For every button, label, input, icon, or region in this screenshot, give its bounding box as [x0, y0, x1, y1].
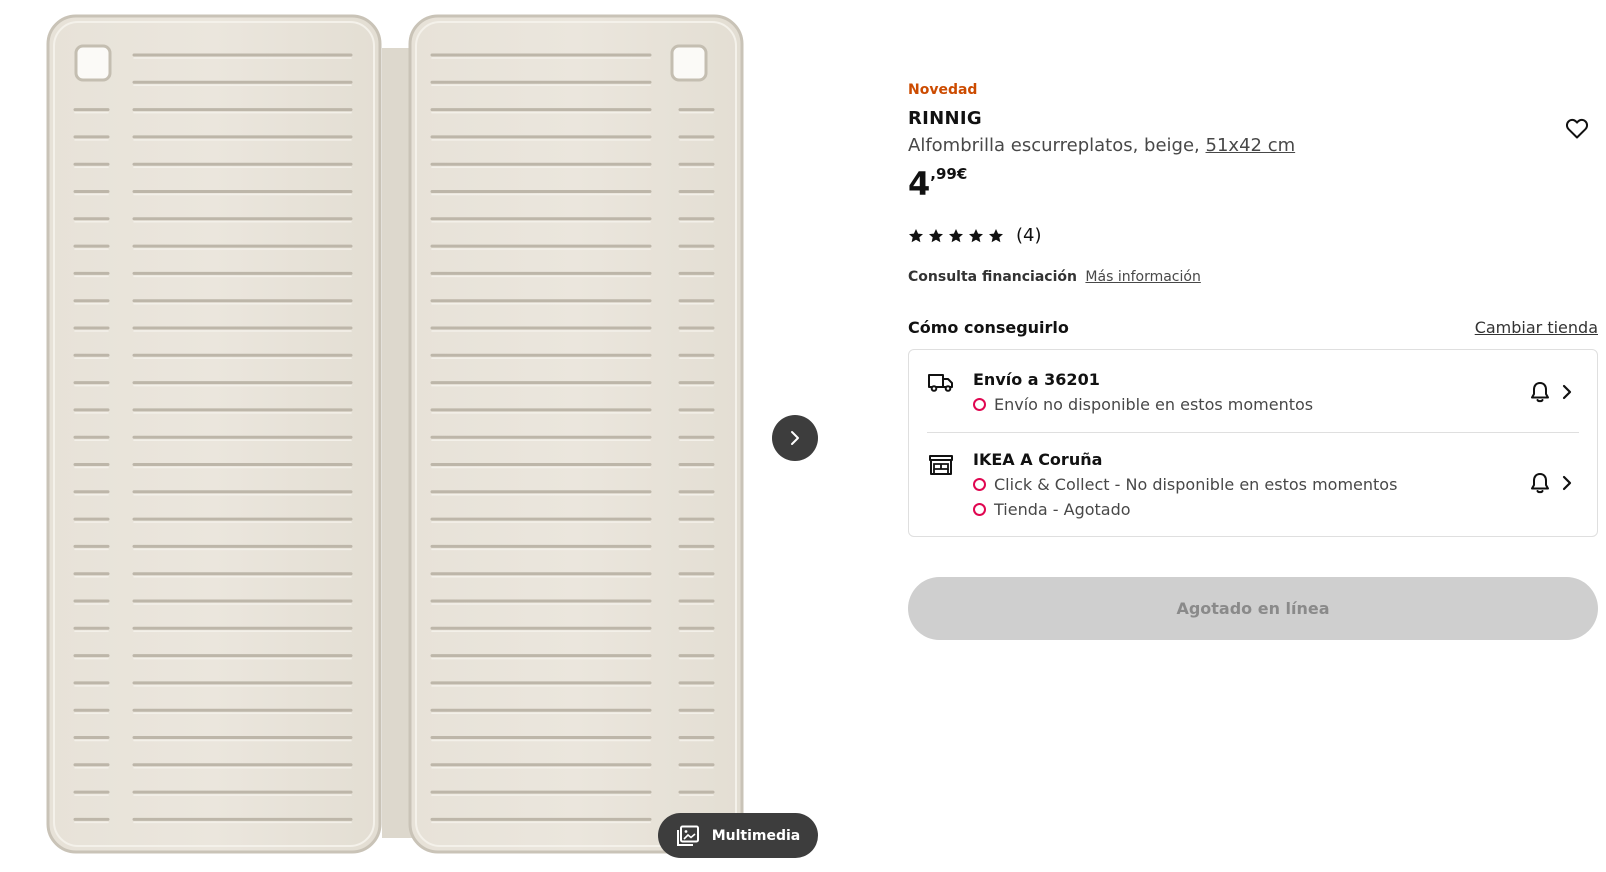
- star-icon: [989, 228, 1003, 242]
- finance-more-info-link[interactable]: Más información: [1085, 269, 1200, 285]
- store-stock-status-text: Tienda - Agotado: [994, 500, 1131, 519]
- change-store-link[interactable]: Cambiar tienda: [1475, 318, 1598, 337]
- rating-stars: [908, 228, 1004, 244]
- chevron-right-icon: [791, 431, 799, 445]
- unavailable-status-icon: [973, 398, 986, 411]
- product-size-link[interactable]: 51x42 cm: [1206, 135, 1296, 156]
- product-info: Novedad RINNIG Alfombrilla escurreplatos…: [908, 0, 1600, 872]
- product-image: [46, 14, 744, 854]
- product-rating[interactable]: (4): [908, 225, 1042, 246]
- delivery-availability-row[interactable]: Envío a 36201 Envío no disponible en est…: [909, 350, 1597, 433]
- star-icon: [929, 228, 943, 242]
- price-decimal: ,99€: [930, 165, 968, 183]
- favourite-button[interactable]: [1564, 116, 1590, 142]
- truck-icon: [928, 374, 953, 392]
- star-icon: [969, 228, 983, 242]
- product-description: Alfombrilla escurreplatos, beige, 51x42 …: [908, 135, 1295, 156]
- store-stock-status: Tienda - Agotado: [973, 500, 1131, 519]
- gallery-icon: [676, 825, 699, 846]
- click-collect-status: Click & Collect - No disponible en estos…: [973, 475, 1397, 494]
- star-icon: [949, 228, 963, 242]
- rating-count: (4): [1016, 225, 1042, 246]
- delivery-status: Envío no disponible en estos momentos: [973, 395, 1313, 414]
- multimedia-label: Multimedia: [711, 827, 801, 844]
- product-price: 4,99€: [908, 165, 968, 203]
- heart-icon: [1565, 118, 1589, 139]
- product-gallery: Multimedia: [0, 0, 830, 872]
- how-to-get-title: Cómo conseguirlo: [908, 318, 1069, 337]
- multimedia-button[interactable]: Multimedia: [658, 813, 818, 858]
- out-of-stock-status-icon: [973, 503, 986, 516]
- availability-box: Envío a 36201 Envío no disponible en est…: [908, 349, 1598, 537]
- add-to-bag-button-disabled[interactable]: Agotado en línea: [908, 577, 1598, 640]
- star-icon: [909, 228, 923, 242]
- store-availability-row[interactable]: IKEA A Coruña Click & Collect - No dispo…: [909, 433, 1597, 538]
- product-description-text: Alfombrilla escurreplatos, beige,: [908, 135, 1200, 156]
- product-name: RINNIG: [908, 108, 982, 129]
- delivery-status-text: Envío no disponible en estos momentos: [994, 395, 1314, 414]
- finance-label: Consulta financiación: [908, 269, 1077, 285]
- store-title: IKEA A Coruña: [973, 450, 1103, 469]
- click-collect-status-text: Click & Collect - No disponible en estos…: [994, 475, 1398, 494]
- chevron-right-icon[interactable]: [1559, 473, 1575, 493]
- store-icon: [929, 455, 953, 475]
- new-badge: Novedad: [908, 82, 978, 98]
- bell-icon[interactable]: [1529, 471, 1551, 495]
- chevron-right-icon[interactable]: [1559, 382, 1575, 402]
- price-integer: 4: [908, 165, 931, 203]
- bell-icon[interactable]: [1529, 380, 1551, 404]
- delivery-title: Envío a 36201: [973, 370, 1100, 389]
- finance-info: Consulta financiación Más información: [908, 269, 1201, 285]
- unavailable-status-icon: [973, 478, 986, 491]
- next-image-button[interactable]: [772, 415, 818, 461]
